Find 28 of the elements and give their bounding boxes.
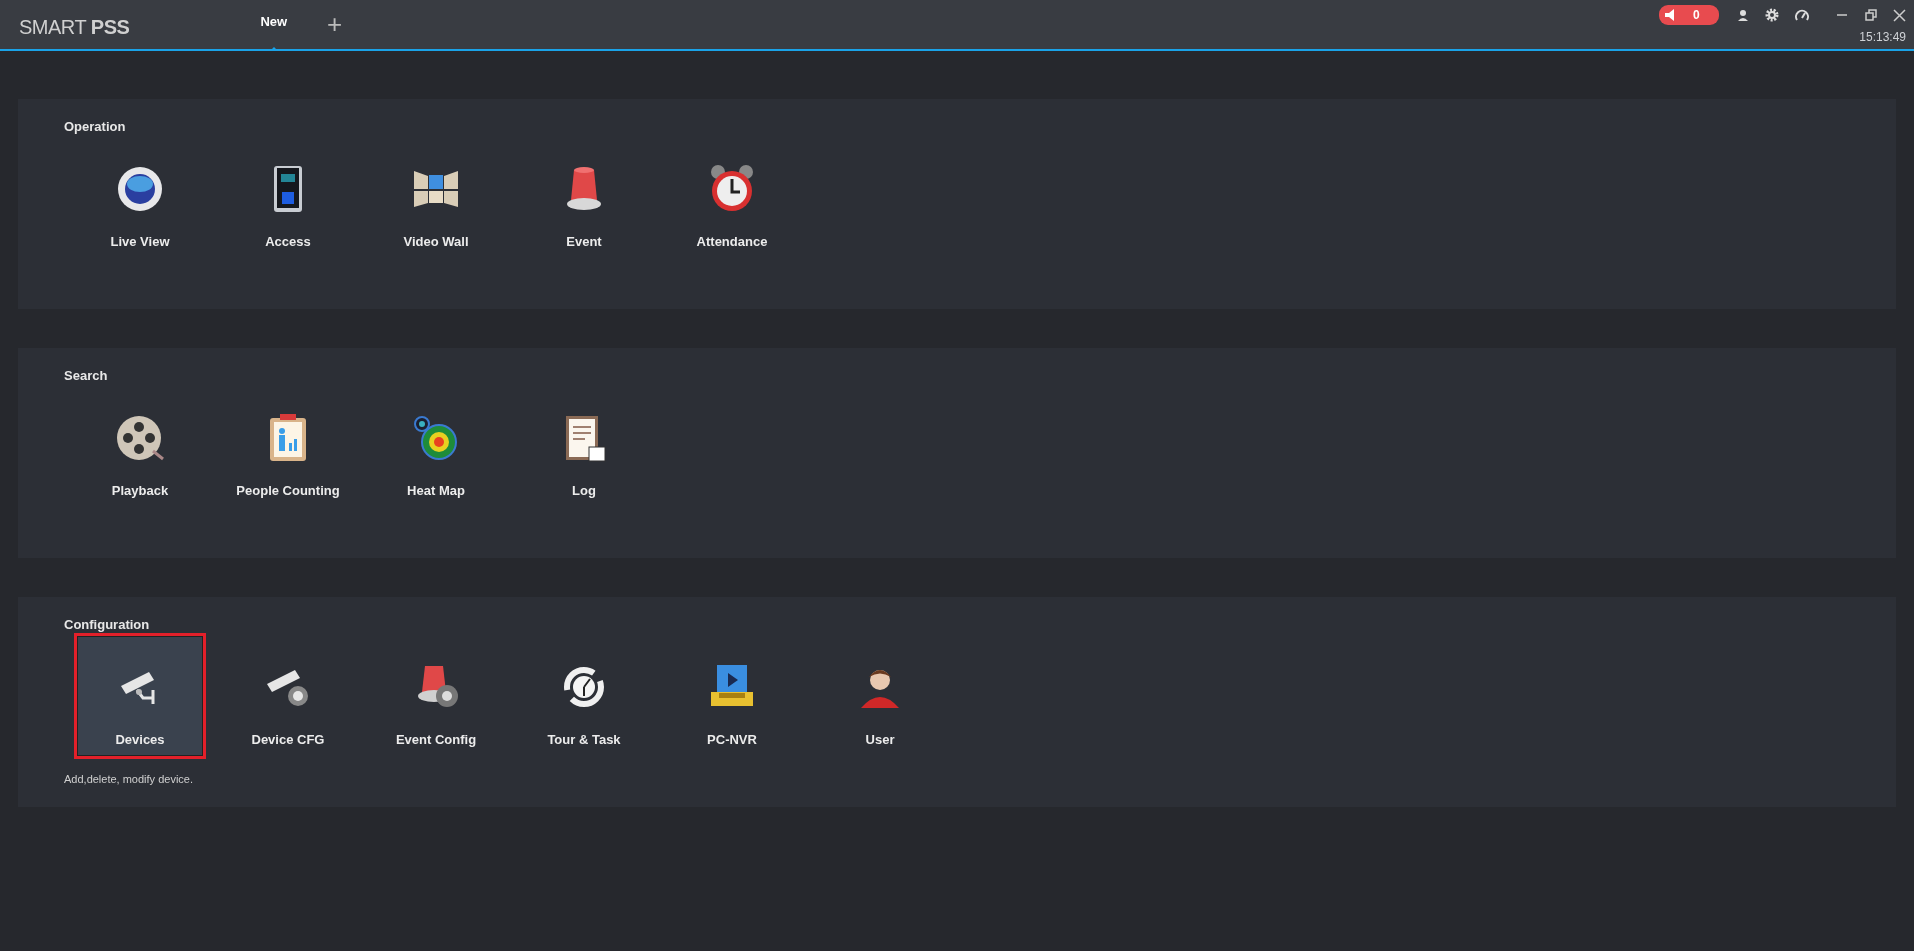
tab[interactable]: New — [254, 14, 294, 51]
gauge-icon[interactable] — [1795, 9, 1809, 21]
clock-time: 15:13:49 — [1858, 29, 1906, 46]
section-title: Configuration — [64, 617, 151, 633]
module-tile[interactable]: Event — [518, 135, 650, 261]
module-tile[interactable]: Access — [222, 135, 354, 261]
module-tile[interactable]: Video Wall — [370, 135, 502, 261]
module-tile[interactable]: Device CFG — [222, 633, 354, 759]
module-tile[interactable]: Log — [518, 384, 650, 510]
tile-description: Add,delete, modify device. — [63, 772, 195, 787]
alarm-counter[interactable]: 0 — [1659, 5, 1719, 25]
module-tile[interactable]: Heat Map — [370, 384, 502, 510]
section-title: Search — [64, 368, 109, 384]
section-title: Operation — [64, 119, 127, 135]
module-tile[interactable]: Devices — [74, 633, 206, 759]
module-tile[interactable]: Attendance — [666, 135, 798, 261]
module-tile[interactable]: Live View — [74, 135, 206, 261]
user-icon[interactable] — [1737, 9, 1749, 21]
app-logo: SMART PSS — [19, 15, 130, 40]
add-tab-button[interactable]: + — [323, 6, 347, 42]
restore-icon[interactable] — [1865, 9, 1877, 21]
module-tile[interactable]: PC-NVR — [666, 633, 798, 759]
module-tile[interactable]: Event Config — [370, 633, 502, 759]
module-tile[interactable]: Tour & Task — [518, 633, 650, 759]
settings-icon[interactable] — [1765, 8, 1779, 22]
module-tile[interactable]: People Counting — [222, 384, 354, 510]
module-tile[interactable]: User — [814, 633, 946, 759]
module-tile[interactable]: Playback — [74, 384, 206, 510]
